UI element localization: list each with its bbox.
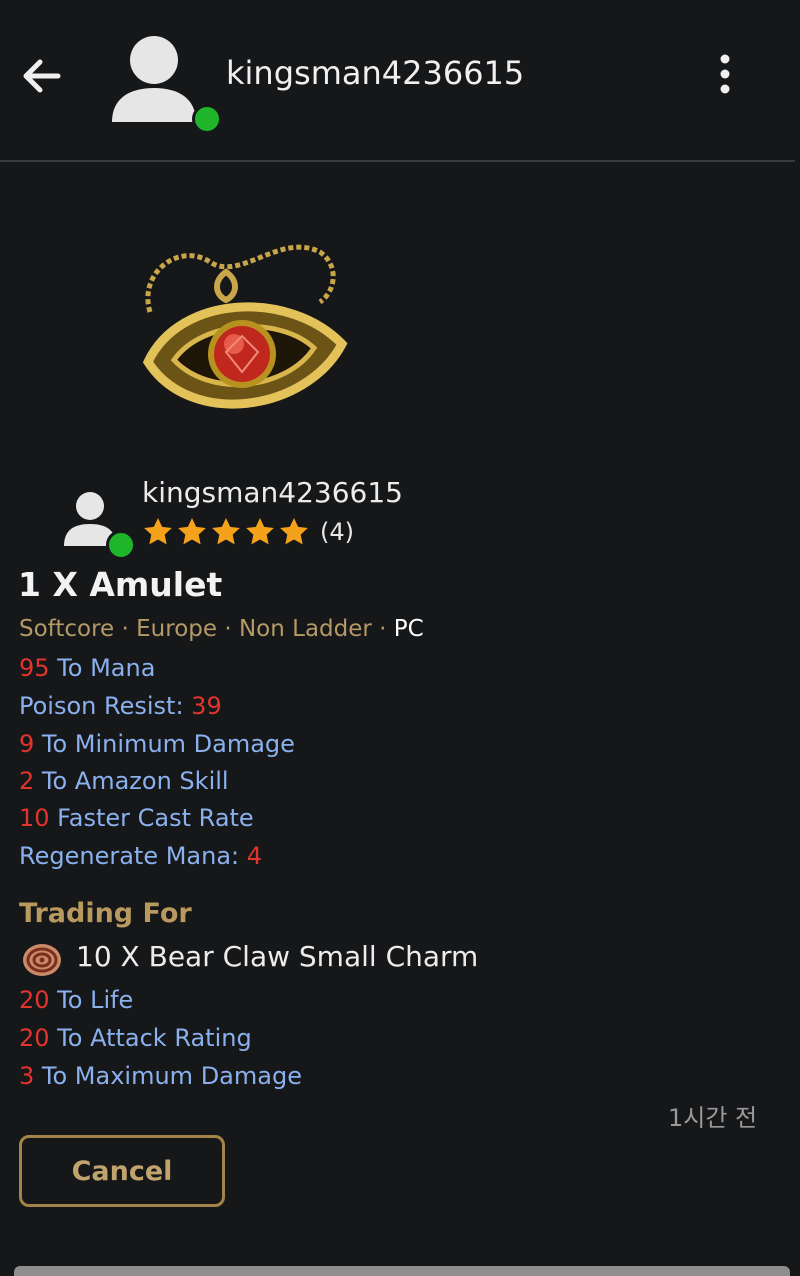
stat-label: Regenerate Mana:: [19, 842, 247, 870]
seller-online-dot: [106, 530, 136, 560]
back-button[interactable]: [18, 52, 66, 100]
stat-value: 39: [191, 692, 222, 720]
user-icon: [112, 36, 196, 122]
more-options-button[interactable]: [708, 52, 742, 96]
star-icon: [144, 518, 172, 545]
amulet-icon: [142, 244, 348, 409]
trading-for-heading: Trading For: [19, 898, 192, 929]
meta-mode: Softcore: [19, 616, 115, 642]
stat-value: 95: [19, 654, 50, 682]
small-charm-icon: [23, 944, 61, 976]
item-title: 1 X Amulet: [18, 565, 223, 604]
star-icon: [246, 518, 274, 545]
stat-value: 3: [19, 1062, 35, 1090]
seller-name[interactable]: kingsman4236615: [142, 476, 403, 509]
stat-value: 10: [19, 804, 50, 832]
stat-value: 9: [19, 730, 35, 758]
header-username[interactable]: kingsman4236615: [226, 54, 524, 92]
item-stat: 9 To Minimum Damage: [19, 730, 295, 758]
stat-label: To Minimum Damage: [34, 730, 295, 758]
stat-value: 2: [19, 767, 35, 795]
item-stat: Regenerate Mana: 4: [19, 842, 262, 870]
meta-sep: ·: [371, 616, 394, 642]
star-icon: [178, 518, 206, 545]
item-stat: 2 To Amazon Skill: [19, 767, 229, 795]
header-divider: [0, 160, 795, 162]
item-stat: 10 Faster Cast Rate: [19, 804, 254, 832]
star-icon: [212, 518, 240, 545]
charm-image: [20, 940, 64, 980]
trade-item-title: 10 X Bear Claw Small Charm: [76, 940, 479, 973]
item-image: [130, 232, 350, 432]
meta-ladder: Non Ladder: [238, 616, 372, 642]
stat-value: 20: [19, 1024, 50, 1052]
meta-region: Europe: [136, 616, 218, 642]
stat-label: Faster Cast Rate: [49, 804, 254, 832]
post-timestamp: 1시간 전: [668, 1104, 758, 1132]
more-vertical-icon: [720, 54, 730, 94]
bottom-sheet-handle: [14, 1266, 790, 1276]
rating-count: (4): [320, 518, 354, 546]
stat-label: To Life: [49, 986, 134, 1014]
arrow-left-icon: [23, 59, 61, 93]
trade-stat: 3 To Maximum Damage: [19, 1062, 302, 1090]
header-bar: kingsman4236615: [0, 0, 800, 160]
stat-label: To Mana: [49, 654, 156, 682]
meta-platform: PC: [393, 616, 424, 642]
cancel-button[interactable]: Cancel: [19, 1135, 225, 1207]
meta-sep: ·: [114, 616, 137, 642]
seller-rating: (4): [142, 515, 354, 549]
stat-label: Poison Resist:: [19, 692, 192, 720]
meta-sep: ·: [217, 616, 239, 642]
trade-stat: 20 To Attack Rating: [19, 1024, 252, 1052]
cancel-label: Cancel: [71, 1155, 173, 1187]
item-meta: Softcore · Europe · Non Ladder · PC: [19, 616, 424, 642]
online-status-dot: [192, 104, 222, 134]
item-stat: 95 To Mana: [19, 654, 155, 682]
stat-value: 20: [19, 986, 50, 1014]
avatar[interactable]: [108, 30, 204, 130]
stat-label: To Amazon Skill: [34, 767, 229, 795]
trade-stat: 20 To Life: [19, 986, 133, 1014]
star-icon: [280, 518, 308, 545]
stat-value: 4: [246, 842, 263, 870]
stat-label: To Maximum Damage: [34, 1062, 302, 1090]
stat-label: To Attack Rating: [49, 1024, 252, 1052]
item-stat: Poison Resist: 39: [19, 692, 222, 720]
